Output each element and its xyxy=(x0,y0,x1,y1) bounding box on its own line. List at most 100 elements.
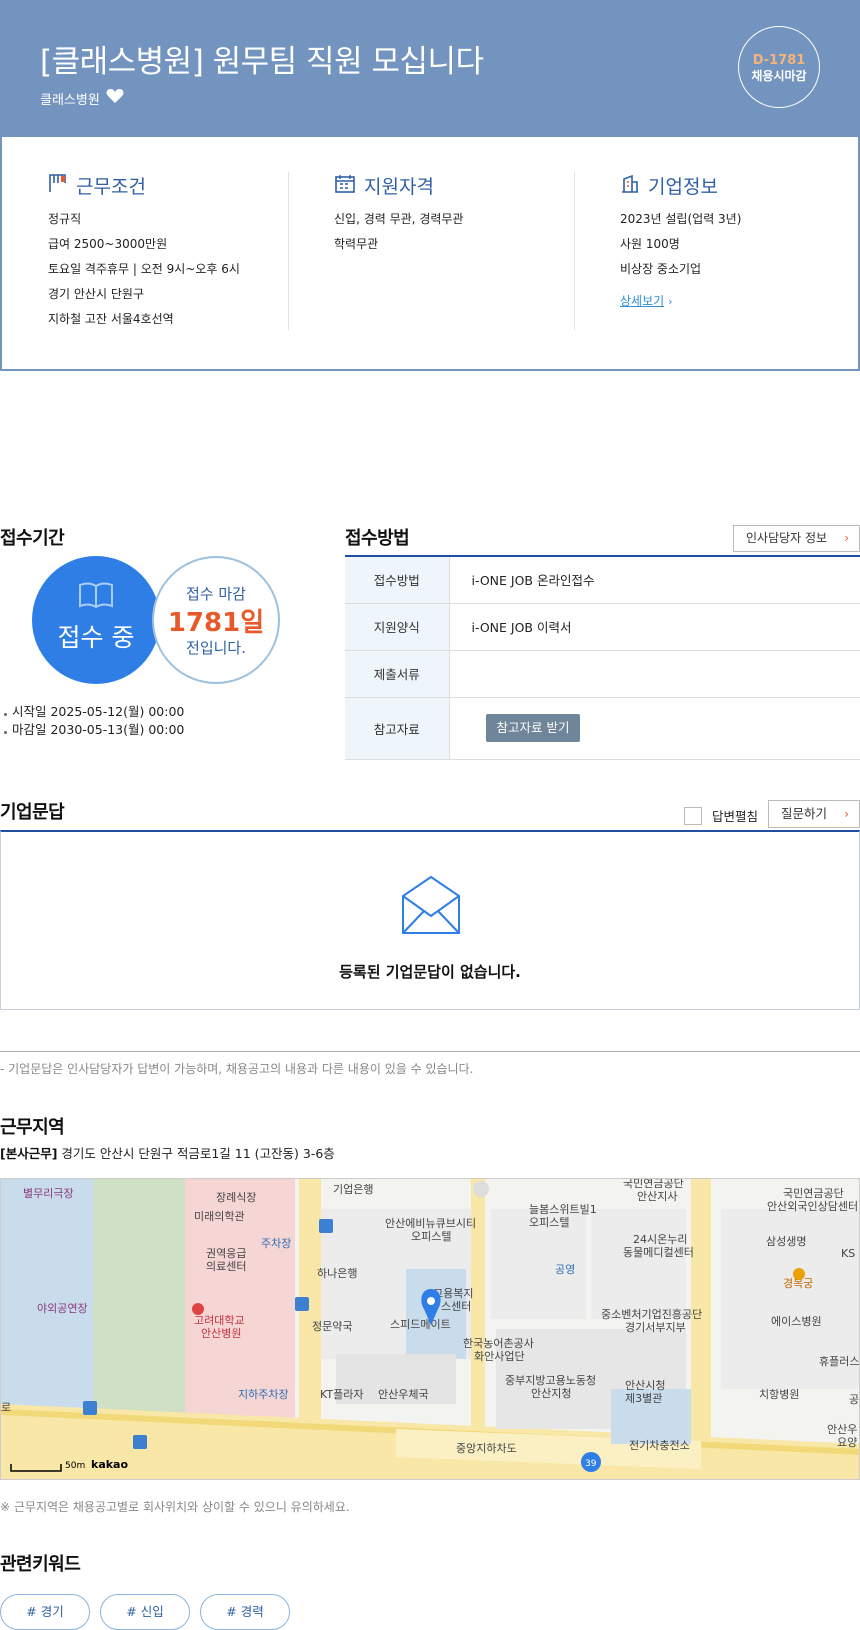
row-value: i-ONE JOB 온라인접수 xyxy=(449,556,860,604)
ask-question-button[interactable]: 질문하기 › xyxy=(768,800,860,828)
svg-text:공영: 공영 xyxy=(555,1263,575,1276)
svg-text:국민연금공단: 국민연금공단 xyxy=(783,1187,844,1200)
map-canvas[interactable]: 별무리극장 장례식장 미래의학관 기업은행 국민연금공단 안산지사 국민연금공단… xyxy=(1,1179,860,1480)
heart-icon[interactable] xyxy=(106,88,124,108)
svg-text:중앙지하차도: 중앙지하차도 xyxy=(456,1441,517,1455)
chevron-right-icon: › xyxy=(844,807,849,821)
envelope-icon xyxy=(400,874,462,939)
deadline-label: 접수 마감 xyxy=(186,585,246,603)
conditions-title: 근무조건 xyxy=(76,176,146,198)
svg-text:안산지사: 안산지사 xyxy=(637,1190,677,1203)
svg-text:KS: KS xyxy=(841,1247,855,1260)
location-map[interactable]: 별무리극장 장례식장 미래의학관 기업은행 국민연금공단 안산지사 국민연금공단… xyxy=(0,1178,860,1480)
company-info-column: 기업정보 2023년 설립(업력 3년) 사원 100명 비상장 중소기업 상세… xyxy=(620,172,820,330)
column-divider xyxy=(288,172,289,330)
table-row: 제출서류 xyxy=(345,650,860,698)
list-item: 학력무관 xyxy=(334,237,379,251)
row-value: 참고자료 받기 xyxy=(449,697,860,760)
svg-text:안산우체국: 안산우체국 xyxy=(378,1388,429,1401)
keyword-tag[interactable]: # 경기 xyxy=(0,1594,90,1630)
qa-empty-message: 등록된 기업문답이 없습니다. xyxy=(339,963,521,981)
svg-text:삼성생명: 삼성생명 xyxy=(766,1235,806,1248)
map-label: 별무리극장 xyxy=(23,1187,74,1200)
list-item: 신입, 경력 무관, 경력무관 xyxy=(334,212,464,226)
hr-contact-label: 인사담당자 정보 xyxy=(746,531,828,545)
chevron-right-icon: › xyxy=(844,531,849,545)
svg-text:스피드메이트: 스피드메이트 xyxy=(390,1318,451,1331)
conditions-list: 정규직 급여 2500~3000만원 토요일 격주휴무 | 오전 9시~오후 6… xyxy=(48,207,288,332)
svg-text:안산에비뉴큐브시티: 안산에비뉴큐브시티 xyxy=(385,1217,476,1230)
company-detail-link[interactable]: 상세보기 xyxy=(620,292,664,309)
address-text: 경기도 안산시 단원구 적금로1길 11 (고잔동) 3-6층 xyxy=(61,1146,335,1161)
start-date: 시작일 2025-05-12(월) 00:00 xyxy=(4,703,184,721)
svg-text:공: 공 xyxy=(849,1393,859,1406)
svg-text:kakao: kakao xyxy=(91,1458,128,1471)
list-item: 토요일 격주휴무 | 오전 9시~오후 6시 xyxy=(48,262,240,276)
table-row: 접수방법 i-ONE JOB 온라인접수 xyxy=(345,556,860,604)
row-value: i-ONE JOB 이력서 xyxy=(449,603,860,651)
svg-text:미래의학관: 미래의학관 xyxy=(194,1210,245,1223)
keyword-tag[interactable]: # 경력 xyxy=(200,1594,290,1630)
svg-text:의료센터: 의료센터 xyxy=(206,1260,246,1273)
row-key: 제출서류 xyxy=(345,650,450,698)
expand-checkbox[interactable] xyxy=(684,806,702,825)
work-address: [본사근무] 경기도 안산시 단원구 적금로1길 11 (고잔동) 3-6층 xyxy=(0,1143,335,1162)
list-item: 급여 2500~3000만원 xyxy=(48,237,168,251)
map-note: ※ 근무지역은 채용공고별로 회사위치와 상이할 수 있으니 유의하세요. xyxy=(0,1500,350,1514)
apply-method-table: 접수방법 i-ONE JOB 온라인접수 지원양식 i-ONE JOB 이력서 … xyxy=(345,555,860,760)
svg-text:에이스병원: 에이스병원 xyxy=(771,1315,822,1328)
qualifications-column: 지원자격 신입, 경력 무관, 경력무관 학력무관 xyxy=(334,172,574,330)
list-item: 2023년 설립(업력 3년) xyxy=(620,212,742,226)
list-item: 사원 100명 xyxy=(620,237,680,251)
svg-text:오피스텔: 오피스텔 xyxy=(529,1216,569,1229)
svg-text:야외공연장: 야외공연장 xyxy=(37,1302,88,1315)
row-key: 지원양식 xyxy=(345,603,450,651)
svg-text:안산지청: 안산지청 xyxy=(531,1387,571,1400)
qa-note: - 기업문답은 인사담당자가 답변이 가능하며, 채용공고의 내용과 다른 내용… xyxy=(0,1062,474,1076)
svg-text:전기차충전소: 전기차충전소 xyxy=(629,1439,690,1452)
keyword-tag[interactable]: # 신입 xyxy=(100,1594,190,1630)
table-row: 지원양식 i-ONE JOB 이력서 xyxy=(345,603,860,651)
list-item: 지하철 고잔 서울4호선역 xyxy=(48,312,174,326)
company-name[interactable]: 클래스병원 xyxy=(40,89,100,108)
expand-answers-toggle[interactable]: 답변펼침 xyxy=(684,806,758,825)
svg-text:동물메디컬센터: 동물메디컬센터 xyxy=(623,1246,694,1259)
conditions-heading: 근무조건 xyxy=(48,172,288,199)
svg-text:주차장: 주차장 xyxy=(261,1237,291,1250)
flag-icon xyxy=(48,173,68,198)
qa-empty-box: 등록된 기업문답이 없습니다. xyxy=(0,830,860,1010)
svg-text:화안사업단: 화안사업단 xyxy=(474,1350,525,1363)
qa-title: 기업문답 xyxy=(0,802,65,823)
status-circle: 접수 중 xyxy=(32,556,160,684)
period-title: 접수기간 xyxy=(0,528,65,549)
deadline-suffix: 전입니다. xyxy=(186,639,246,657)
svg-text:하나은행: 하나은행 xyxy=(317,1266,357,1280)
row-value xyxy=(449,650,860,698)
summary-box: 근무조건 정규직 급여 2500~3000만원 토요일 격주휴무 | 오전 9시… xyxy=(0,137,860,371)
svg-text:지하주차장: 지하주차장 xyxy=(238,1387,289,1401)
book-icon xyxy=(78,581,114,612)
svg-text:50m: 50m xyxy=(65,1461,85,1471)
svg-text:스센터: 스센터 xyxy=(441,1300,471,1313)
job-header: [클래스병원] 원무팀 직원 모십니다 클래스병원 D-1781 채용시마감 xyxy=(0,0,860,137)
svg-text:장례식장: 장례식장 xyxy=(216,1191,256,1204)
chevron-right-icon: › xyxy=(668,295,673,308)
list-item: 비상장 중소기업 xyxy=(620,262,702,276)
svg-text:안산우: 안산우 xyxy=(827,1423,857,1436)
svg-text:KT플라자: KT플라자 xyxy=(320,1388,363,1401)
company-info-title: 기업정보 xyxy=(648,176,718,198)
row-key: 접수방법 xyxy=(345,556,450,604)
calendar-icon xyxy=(334,173,356,198)
svg-text:안산병원: 안산병원 xyxy=(201,1327,241,1340)
hr-contact-button[interactable]: 인사담당자 정보 › xyxy=(733,525,860,552)
conditions-column: 근무조건 정규직 급여 2500~3000만원 토요일 격주휴무 | 오전 9시… xyxy=(48,172,288,330)
download-reference-button[interactable]: 참고자료 받기 xyxy=(485,714,581,742)
svg-text:39: 39 xyxy=(585,1459,597,1469)
svg-text:24시온누리: 24시온누리 xyxy=(633,1233,687,1246)
svg-text:중부지방고용노동청: 중부지방고용노동청 xyxy=(505,1374,596,1387)
svg-text:권역응급: 권역응급 xyxy=(206,1247,246,1260)
qualifications-title: 지원자격 xyxy=(364,176,434,198)
svg-text:안산시청: 안산시청 xyxy=(625,1379,665,1392)
company-info-list: 2023년 설립(업력 3년) 사원 100명 비상장 중소기업 xyxy=(620,207,820,282)
svg-text:기업은행: 기업은행 xyxy=(333,1183,373,1196)
